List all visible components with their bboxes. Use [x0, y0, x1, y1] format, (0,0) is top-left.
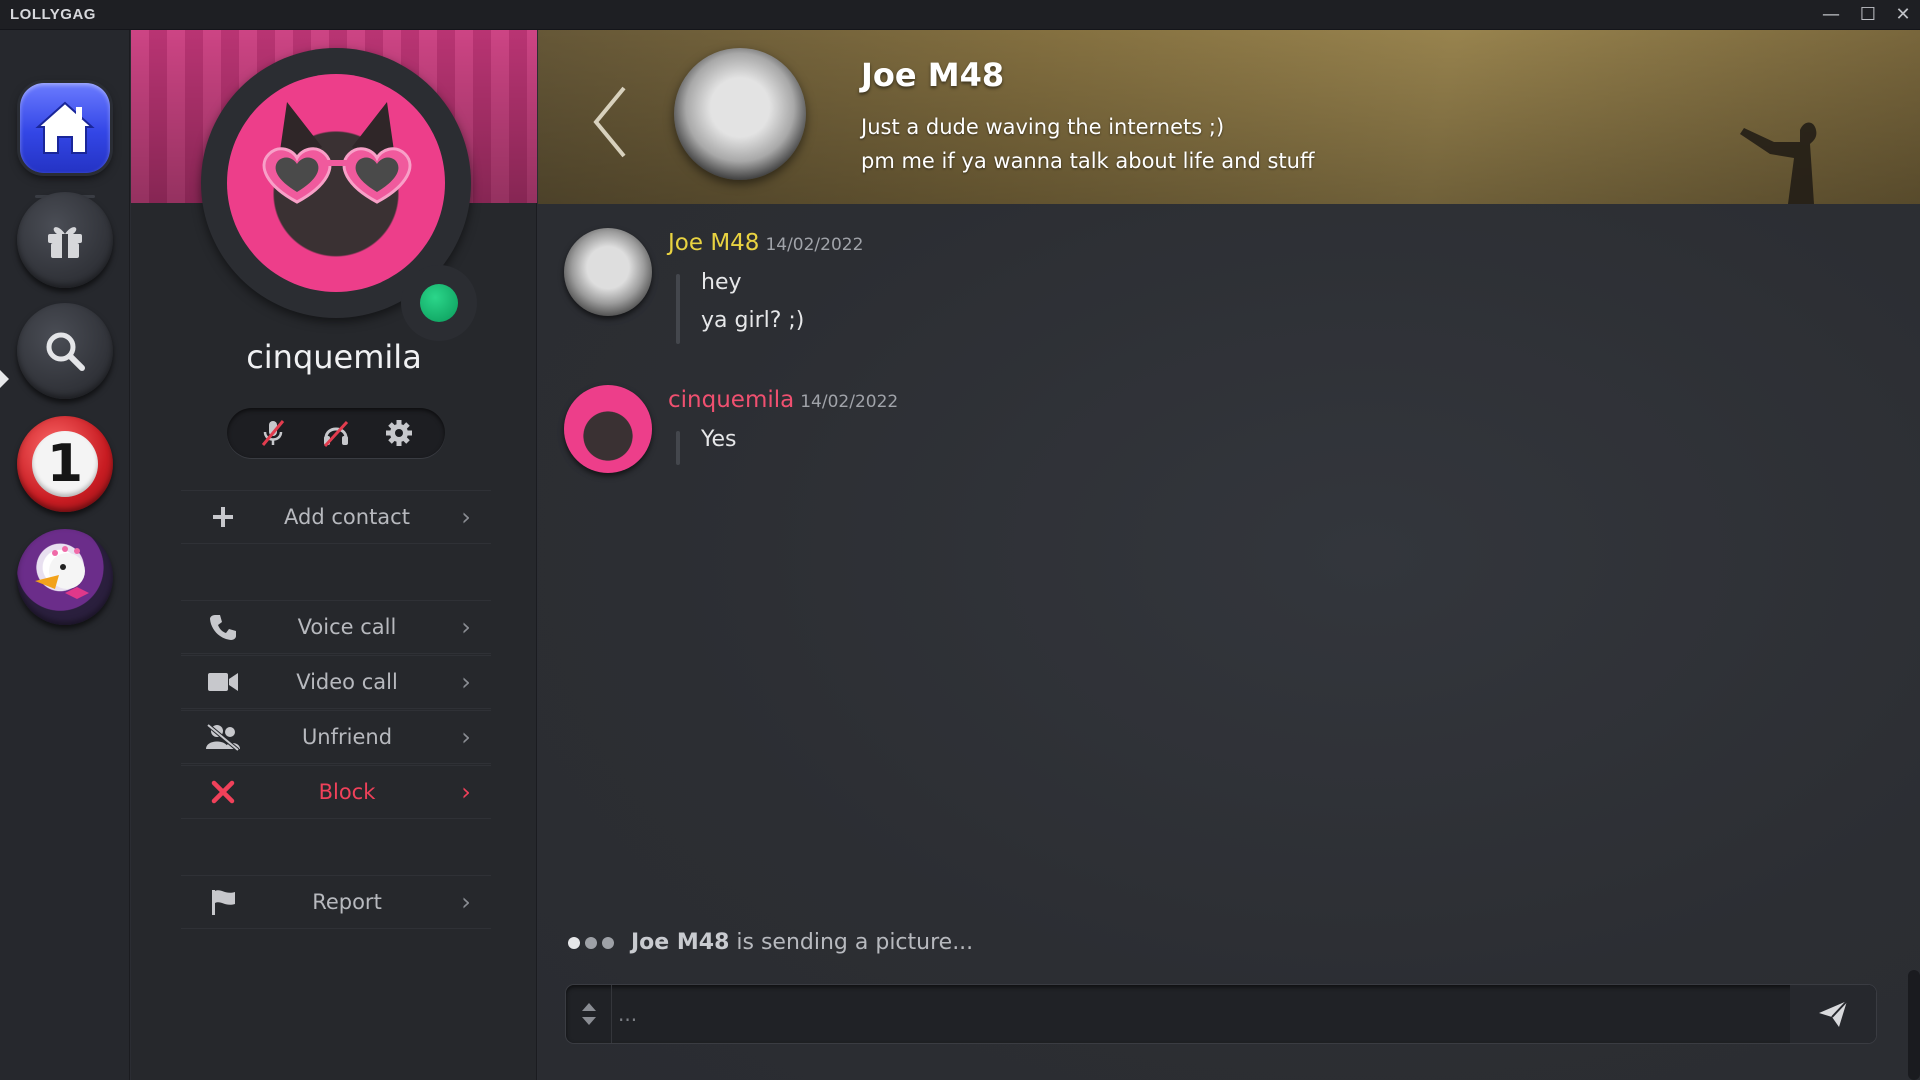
message-header: Joe M48 14/02/2022: [668, 230, 863, 256]
typing-user: Joe M48: [631, 930, 730, 955]
chevron-right-icon: ›: [461, 723, 471, 751]
flag-icon: [203, 882, 243, 922]
menu-label: Report: [312, 890, 382, 914]
typing-dot: [585, 936, 597, 949]
status-indicator: [401, 265, 477, 341]
contact-bio: Just a dude waving the internets ;) pm m…: [861, 110, 1314, 178]
chevron-right-icon: ›: [461, 668, 471, 696]
notification-button[interactable]: 1: [17, 416, 113, 512]
app-title: LOLLYGAG: [10, 6, 96, 23]
profile-avatar: [227, 74, 445, 292]
search-button[interactable]: [17, 303, 113, 399]
maximize-button[interactable]: ☐: [1853, 3, 1883, 27]
video-camera-icon: [203, 662, 243, 702]
send-button[interactable]: [1790, 985, 1876, 1043]
heart-sunglasses-icon: [262, 147, 412, 204]
message-header: cinquemila 14/02/2022: [668, 387, 898, 413]
block-button[interactable]: Block ›: [181, 765, 491, 819]
search-icon: [46, 332, 85, 371]
chevron-right-icon: ›: [461, 778, 471, 806]
typing-dot: [602, 936, 614, 949]
minimize-button[interactable]: —: [1816, 3, 1846, 27]
add-contact-button[interactable]: Add contact ›: [181, 490, 491, 544]
back-arrow-icon[interactable]: [586, 82, 636, 162]
unfriend-icon: [203, 717, 243, 757]
profile-username: cinquemila: [246, 338, 422, 376]
notification-count: 1: [32, 431, 98, 497]
message-text: ya girl? ;): [701, 308, 805, 333]
message-bar: [676, 274, 680, 344]
home-icon: [35, 101, 95, 154]
menu-label: Video call: [296, 670, 398, 694]
typing-indicator: Joe M48 is sending a picture...: [568, 930, 973, 955]
profile-panel: cinquemila Add contact › Voice call › Vi…: [131, 30, 537, 1080]
message-text: hey: [701, 270, 742, 295]
online-status-dot: [420, 284, 458, 322]
contact-bio-line: pm me if ya wanna talk about life and st…: [861, 149, 1315, 173]
message-bar: [676, 431, 680, 465]
server-rail: 1: [0, 30, 130, 1080]
home-button[interactable]: [20, 83, 110, 173]
rail-selection-indicator: [0, 370, 9, 388]
message-author[interactable]: cinquemila: [668, 387, 794, 413]
waving-figure-icon: [1740, 122, 1817, 204]
contact-bio-line: Just a dude waving the internets ;): [861, 115, 1225, 139]
quick-actions: [227, 408, 445, 458]
composer-options-button[interactable]: [566, 985, 612, 1043]
mute-mic-icon: [261, 420, 284, 446]
message-input[interactable]: [618, 993, 1738, 1035]
deafen-button[interactable]: [317, 414, 355, 452]
unfriend-button[interactable]: Unfriend ›: [181, 710, 491, 764]
message-avatar[interactable]: [564, 385, 652, 473]
settings-button[interactable]: [380, 414, 418, 452]
menu-label: Voice call: [297, 615, 397, 639]
server-avatar[interactable]: [17, 529, 113, 625]
menu-label: Add contact: [284, 505, 410, 529]
chat-header: Joe M48 Just a dude waving the internets…: [538, 30, 1920, 204]
report-button[interactable]: Report ›: [181, 875, 491, 929]
message-author[interactable]: Joe M48: [668, 230, 759, 256]
video-call-button[interactable]: Video call ›: [181, 655, 491, 709]
voice-call-button[interactable]: Voice call ›: [181, 600, 491, 654]
message-date: 14/02/2022: [800, 392, 899, 412]
typing-text: Joe M48 is sending a picture...: [631, 930, 973, 955]
contact-name: Joe M48: [861, 56, 1005, 94]
message-avatar[interactable]: [564, 228, 652, 316]
message-date: 14/02/2022: [765, 235, 864, 255]
duck-avatar-icon: [35, 546, 89, 599]
chevron-right-icon: ›: [461, 888, 471, 916]
phone-icon: [203, 607, 243, 647]
message-composer: [566, 985, 1876, 1043]
close-button[interactable]: ✕: [1888, 3, 1918, 27]
typing-status: is sending a picture...: [736, 930, 974, 955]
gift-button[interactable]: [17, 192, 113, 288]
mute-mic-button[interactable]: [254, 414, 292, 452]
chevron-right-icon: ›: [461, 613, 471, 641]
deafen-icon: [323, 420, 349, 448]
send-paper-plane-icon: [1819, 1000, 1848, 1027]
plus-icon: [203, 497, 243, 537]
chevron-right-icon: ›: [461, 503, 471, 531]
typing-dot: [568, 936, 580, 949]
up-down-arrows-icon: [581, 1003, 596, 1025]
gift-icon: [48, 227, 82, 258]
menu-label: Block: [318, 780, 376, 804]
contact-avatar: [674, 48, 806, 180]
chat-panel: Joe M48 Just a dude waving the internets…: [538, 30, 1920, 1080]
settings-gear-icon: [386, 420, 413, 446]
chat-scrollbar[interactable]: [1908, 970, 1920, 1080]
title-bar: LOLLYGAG — ☐ ✕: [0, 0, 1920, 30]
close-x-icon: [203, 772, 243, 812]
menu-label: Unfriend: [301, 725, 393, 749]
message-text: Yes: [701, 427, 737, 452]
